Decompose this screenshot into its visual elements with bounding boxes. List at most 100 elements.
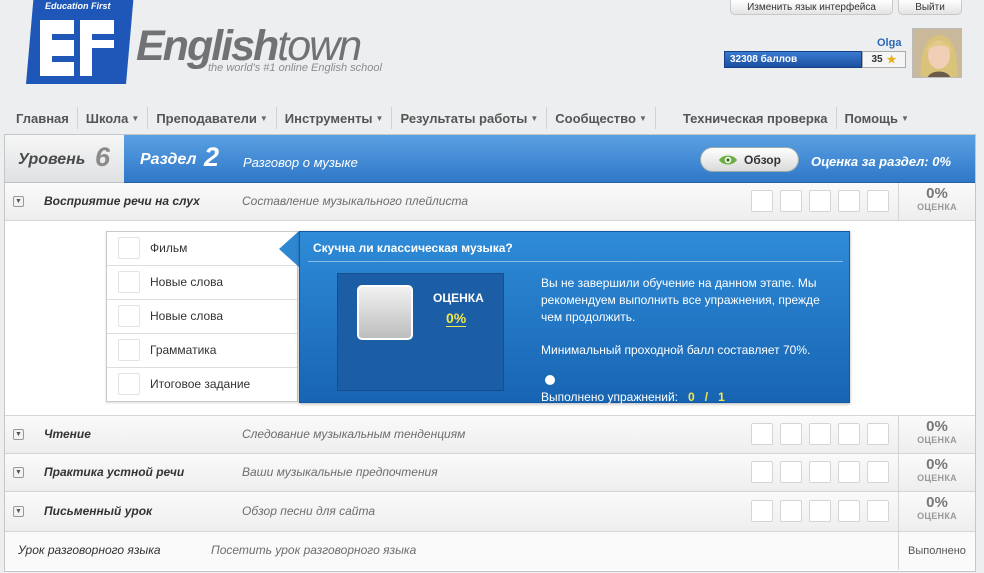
unit-score: Оценка за раздел: 0%: [811, 154, 952, 169]
avatar-image: [913, 29, 961, 77]
lesson-label: Фильм: [150, 241, 188, 255]
expand-icon[interactable]: ▼: [13, 467, 24, 478]
nav-teachers[interactable]: Преподаватели ▼: [148, 107, 277, 129]
chevron-down-icon: ▼: [259, 113, 268, 123]
progress-box: [751, 190, 773, 212]
overview-label: Обзор: [744, 152, 781, 167]
progress-box: [780, 500, 802, 522]
exercises-total: 1: [718, 390, 725, 404]
nav-community[interactable]: Сообщество ▼: [547, 107, 656, 129]
nav-home[interactable]: Главная: [8, 107, 78, 129]
nav-help[interactable]: Помощь ▼: [837, 107, 917, 129]
exercises-done-label: Выполнено упражнений:: [541, 390, 679, 404]
section-row-reading[interactable]: ▼ Чтение Следование музыкальным тенденци…: [5, 416, 975, 454]
progress-boxes: [751, 500, 889, 522]
lesson-item[interactable]: Новые слова: [107, 300, 297, 334]
section-score: 0% ОЦЕНКА: [898, 183, 975, 220]
lesson-item[interactable]: Грамматика: [107, 334, 297, 368]
divider: [308, 261, 843, 262]
conversation-name: Урок разговорного языка: [18, 543, 161, 557]
logout-button[interactable]: Выйти: [898, 0, 962, 15]
lesson-item[interactable]: Фильм: [107, 232, 297, 266]
section-name: Чтение: [44, 427, 91, 441]
expand-icon[interactable]: ▼: [13, 506, 24, 517]
nav-tools[interactable]: Инструменты ▼: [277, 107, 393, 129]
star-icon: ★: [886, 54, 897, 66]
section-name: Письменный урок: [44, 504, 153, 518]
exercises-separator: /: [704, 390, 709, 404]
progress-box: [867, 423, 889, 445]
nav-label: Инструменты: [284, 110, 373, 126]
section-desc: Следование музыкальным тенденциям: [242, 427, 466, 441]
conversation-desc[interactable]: Посетить урок разговорного языка: [211, 543, 416, 557]
section-score-value: 0%: [926, 418, 948, 435]
lesson-checkbox: [118, 373, 140, 395]
progress-box: [809, 190, 831, 212]
overview-button[interactable]: Обзор: [700, 147, 799, 172]
nav-results[interactable]: Результаты работы ▼: [392, 107, 548, 129]
expand-icon[interactable]: ▼: [13, 429, 24, 440]
progress-box: [867, 500, 889, 522]
lesson-score-label: ОЦЕНКА: [433, 291, 484, 305]
lesson-label: Новые слова: [150, 309, 224, 323]
collapse-icon[interactable]: ▼: [13, 196, 24, 207]
section-row-listening[interactable]: ▼ Восприятие речи на слух Составление му…: [5, 183, 975, 221]
lesson-checkbox: [118, 271, 140, 293]
lesson-label: Новые слова: [150, 275, 224, 289]
progress-box: [838, 423, 860, 445]
level-indicator: Уровень 6: [5, 135, 124, 183]
progress-box: [838, 190, 860, 212]
progress-box: [780, 190, 802, 212]
progress-box: [867, 461, 889, 483]
nav-label: Помощь: [844, 110, 898, 126]
section-score-value: 0%: [926, 494, 948, 511]
section-score-label: ОЦЕНКА: [917, 473, 957, 483]
level-label: Уровень: [18, 151, 86, 168]
section-expanded: Фильм Новые слова Новые слова Грамматика…: [5, 221, 975, 416]
section-row-speaking[interactable]: ▼ Практика устной речи Ваши музыкальные …: [5, 454, 975, 492]
lesson-item[interactable]: Новые слова: [107, 266, 297, 300]
nav-label: Техническая проверка: [682, 110, 828, 126]
section-score-value: 0%: [926, 456, 948, 473]
unit-title: Разговор о музыке: [243, 155, 358, 170]
min-score-text: Минимальный проходной балл составляет 70…: [541, 343, 811, 357]
progress-box: [780, 461, 802, 483]
nav-label: Главная: [16, 110, 69, 126]
main-nav: Главная Школа ▼ Преподаватели ▼ Инструмент…: [8, 104, 976, 132]
progress-box: [867, 190, 889, 212]
progress-box: [751, 461, 773, 483]
change-language-button[interactable]: Изменить язык интерфейса: [730, 0, 893, 15]
avatar[interactable]: [912, 28, 962, 78]
lesson-checkbox: [118, 305, 140, 327]
bullet-icon: [545, 375, 555, 385]
unit-header: Уровень 6 Раздел 2 Разговор о музыке Обз…: [5, 135, 975, 183]
progress-boxes: [751, 461, 889, 483]
exercises-done-count: 0: [688, 390, 695, 404]
chevron-down-icon: ▼: [901, 113, 909, 123]
section-desc: Ваши музыкальные предпочтения: [242, 465, 438, 479]
section-row-writing[interactable]: ▼ Письменный урок Обзор песни для сайта …: [5, 492, 975, 532]
lesson-label: Итоговое задание: [150, 377, 251, 391]
conversation-class-row[interactable]: Урок разговорного языка Посетить урок ра…: [5, 532, 975, 570]
progress-boxes: [751, 190, 889, 212]
user-name[interactable]: Olga: [877, 37, 901, 49]
nav-school[interactable]: Школа ▼: [78, 107, 149, 129]
chevron-down-icon: ▼: [638, 113, 647, 123]
lesson-score-box: ОЦЕНКА 0%: [337, 273, 504, 391]
lesson-checkbox: [118, 237, 140, 259]
lesson-detail-title: Скучна ли классическая музыка?: [313, 241, 513, 255]
section-score: 0% ОЦЕНКА: [898, 492, 975, 531]
ef-logo[interactable]: Education First: [26, 0, 134, 93]
section-desc: Составление музыкального плейлиста: [242, 194, 469, 208]
unit-number: 2: [204, 142, 220, 172]
nav-tech-check[interactable]: Техническая проверка: [656, 107, 837, 129]
progress-box: [809, 461, 831, 483]
unit-panel: Уровень 6 Раздел 2 Разговор о музыке Обз…: [4, 134, 976, 572]
progress-box: [780, 423, 802, 445]
level-number: 6: [95, 142, 111, 172]
nav-label: Сообщество: [555, 110, 636, 126]
lesson-message: Вы не завершили обучение на данном этапе…: [541, 276, 820, 324]
section-name: Практика устной речи: [44, 465, 185, 479]
lesson-item[interactable]: Итоговое задание: [107, 368, 297, 402]
section-score: 0% ОЦЕНКА: [898, 416, 975, 453]
